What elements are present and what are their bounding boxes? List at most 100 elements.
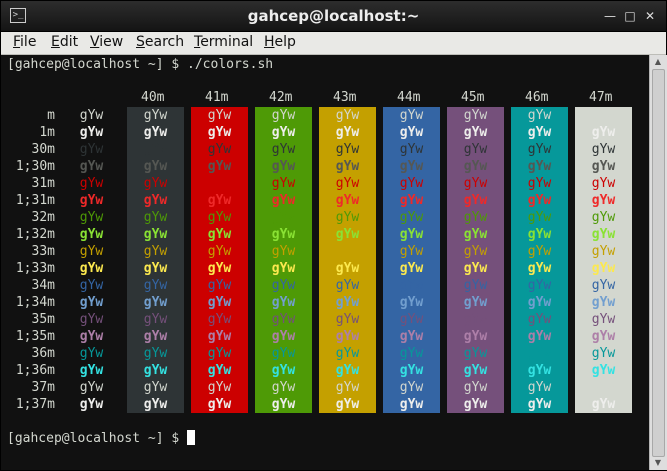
color-sample: gYw xyxy=(207,312,232,327)
color-sample: gYw xyxy=(207,244,232,259)
color-sample: gYw xyxy=(527,312,552,327)
color-sample: gYw xyxy=(79,380,104,395)
color-sample: gYw xyxy=(527,142,552,157)
color-sample: gYw xyxy=(79,159,104,174)
color-sample: gYw xyxy=(143,346,168,361)
color-sample: gYw xyxy=(143,193,168,208)
close-icon[interactable]: ✕ xyxy=(644,10,656,22)
color-sample: gYw xyxy=(399,142,424,157)
color-sample: gYw xyxy=(399,295,424,310)
color-sample: gYw xyxy=(527,159,552,174)
color-sample: gYw xyxy=(399,278,424,293)
color-sample: gYw xyxy=(143,363,168,378)
color-sample: gYw xyxy=(79,227,104,242)
color-sample: gYw xyxy=(463,108,488,123)
row-label: 1m xyxy=(39,125,55,140)
color-sample: gYw xyxy=(207,227,232,242)
color-sample: gYw xyxy=(79,210,104,225)
scroll-up-arrow-icon[interactable]: ▲ xyxy=(653,57,663,67)
color-sample: gYw xyxy=(335,108,360,123)
row-label: 1;30m xyxy=(15,159,55,174)
color-sample: gYw xyxy=(463,159,488,174)
color-sample: gYw xyxy=(591,244,616,259)
color-sample: gYw xyxy=(143,312,168,327)
color-sample: gYw xyxy=(79,108,104,123)
color-sample: gYw xyxy=(399,244,424,259)
prompt-text: [gahcep@localhost ~] $ xyxy=(7,431,188,446)
color-sample: gYw xyxy=(399,176,424,191)
color-sample: gYw xyxy=(399,312,424,327)
color-sample: gYw xyxy=(271,278,296,293)
color-sample: gYw xyxy=(143,210,168,225)
color-sample: gYw xyxy=(399,363,424,378)
color-sample: gYw xyxy=(143,108,168,123)
color-sample: gYw xyxy=(335,142,360,157)
color-sample: gYw xyxy=(463,227,488,242)
color-sample: gYw xyxy=(591,295,616,310)
color-sample: gYw xyxy=(207,278,232,293)
color-sample: gYw xyxy=(79,142,104,157)
color-sample: gYw xyxy=(207,380,232,395)
color-sample: gYw xyxy=(463,363,488,378)
color-sample: gYw xyxy=(335,346,360,361)
menu-terminal[interactable]: Terminal xyxy=(194,34,253,50)
color-sample: gYw xyxy=(591,142,616,157)
scroll-down-arrow-icon[interactable]: ▼ xyxy=(653,458,663,468)
color-sample: gYw xyxy=(527,278,552,293)
menu-help[interactable]: Help xyxy=(264,34,296,50)
vertical-scrollbar[interactable]: ▲ ▼ xyxy=(649,55,667,470)
color-sample: gYw xyxy=(527,295,552,310)
color-sample: gYw xyxy=(591,125,616,140)
color-sample: gYw xyxy=(79,363,104,378)
terminal-window: >_ gahcep@localhost:~ — □ ✕ File Edit Vi… xyxy=(0,0,667,471)
color-sample: gYw xyxy=(335,329,360,344)
row-label: 1;32m xyxy=(15,227,55,242)
bg-header-46m: 46m xyxy=(525,90,549,105)
color-sample: gYw xyxy=(463,295,488,310)
menu-edit[interactable]: Edit xyxy=(51,34,78,50)
color-sample: gYw xyxy=(335,227,360,242)
bg-header-40m: 40m xyxy=(141,90,165,105)
color-sample: gYw xyxy=(271,363,296,378)
color-sample: gYw xyxy=(271,159,296,174)
color-sample: gYw xyxy=(463,125,488,140)
color-sample: gYw xyxy=(527,380,552,395)
color-sample: gYw xyxy=(335,261,360,276)
color-sample: gYw xyxy=(527,397,552,412)
color-sample: gYw xyxy=(271,210,296,225)
color-sample: gYw xyxy=(591,210,616,225)
menu-view[interactable]: View xyxy=(90,34,123,50)
color-sample: gYw xyxy=(143,159,168,174)
color-sample: gYw xyxy=(143,380,168,395)
title-bar[interactable]: >_ gahcep@localhost:~ — □ ✕ xyxy=(1,1,666,32)
color-sample: gYw xyxy=(591,312,616,327)
color-sample: gYw xyxy=(527,210,552,225)
row-label: 1;35m xyxy=(15,329,55,344)
color-sample: gYw xyxy=(271,108,296,123)
color-sample: gYw xyxy=(79,244,104,259)
color-sample: gYw xyxy=(399,380,424,395)
window-title: gahcep@localhost:~ xyxy=(247,7,420,25)
color-sample: gYw xyxy=(591,176,616,191)
prompt-line[interactable]: [gahcep@localhost ~] $ xyxy=(7,430,196,446)
color-sample: gYw xyxy=(527,176,552,191)
color-sample: gYw xyxy=(79,193,104,208)
color-sample: gYw xyxy=(271,346,296,361)
menu-bar: File Edit View Search Terminal Help xyxy=(1,32,666,55)
color-sample: gYw xyxy=(591,278,616,293)
text-cursor xyxy=(187,430,196,445)
color-sample: gYw xyxy=(399,210,424,225)
color-sample: gYw xyxy=(335,295,360,310)
scrollbar-thumb[interactable] xyxy=(652,69,665,457)
color-sample: gYw xyxy=(335,312,360,327)
color-sample: gYw xyxy=(463,142,488,157)
minimize-icon[interactable]: — xyxy=(604,10,616,22)
color-sample: gYw xyxy=(463,380,488,395)
maximize-icon[interactable]: □ xyxy=(624,10,636,22)
row-label: 1;31m xyxy=(15,193,55,208)
color-sample: gYw xyxy=(207,346,232,361)
color-sample: gYw xyxy=(591,397,616,412)
menu-file[interactable]: File xyxy=(13,34,36,50)
menu-search[interactable]: Search xyxy=(136,34,184,50)
color-sample: gYw xyxy=(335,125,360,140)
